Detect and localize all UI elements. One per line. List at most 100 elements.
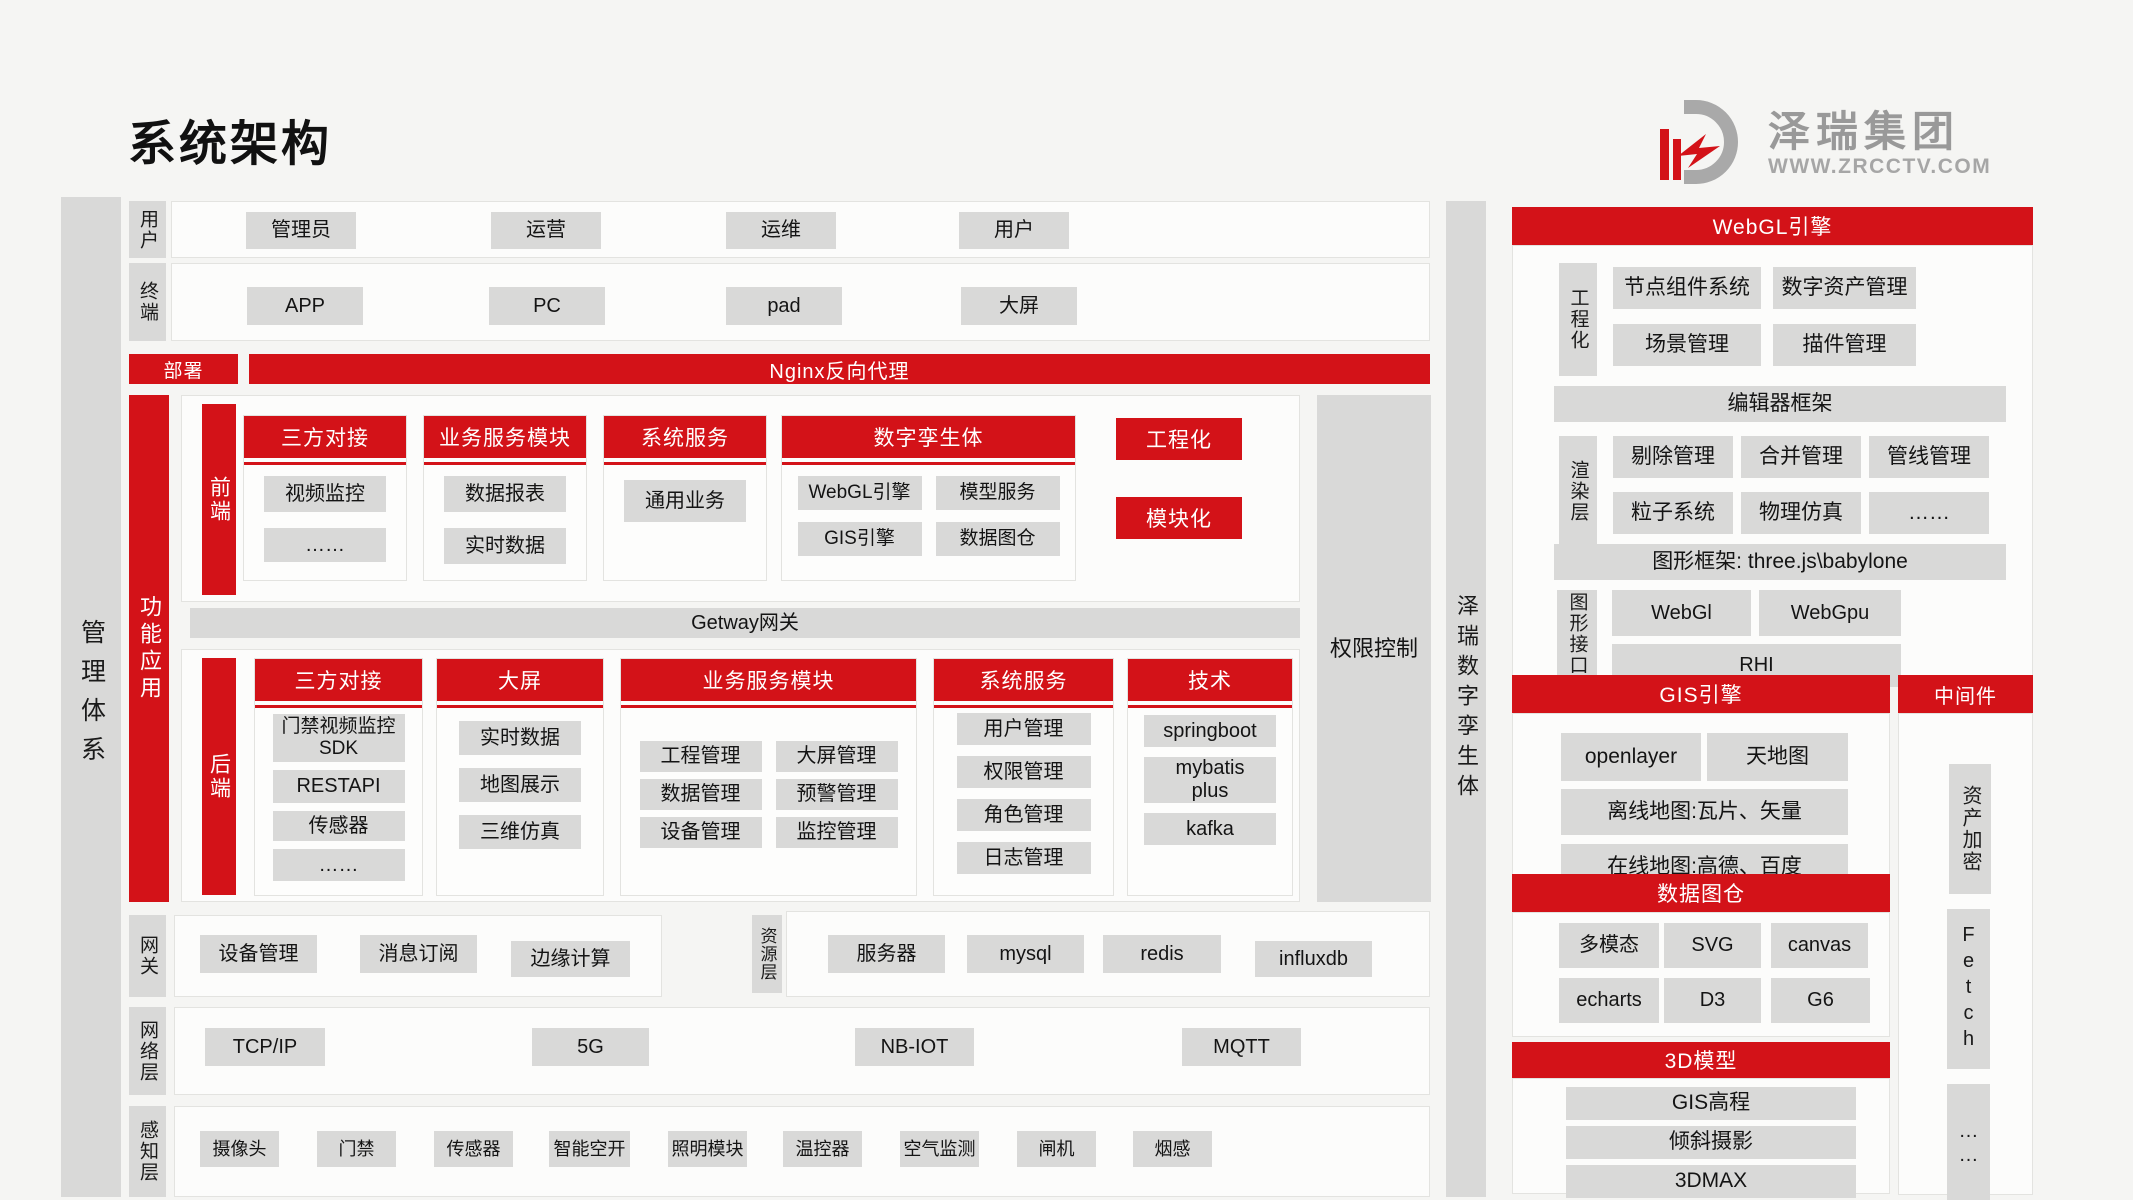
gis-engine-panel: openlayer 天地图 离线地图:瓦片、矢量 在线地图:高德、百度 bbox=[1512, 713, 1890, 900]
company-logo-icon bbox=[1652, 96, 1756, 193]
user-item: 运营 bbox=[491, 212, 601, 249]
frontend-item: WebGL引擎 bbox=[798, 476, 922, 510]
column-header: 技术 bbox=[1128, 659, 1292, 701]
user-item: 运维 bbox=[726, 212, 836, 249]
backend-item: 地图展示 bbox=[459, 768, 581, 802]
function-app-bar: 功能应用 bbox=[129, 395, 169, 902]
webgl-item: 粒子系统 bbox=[1613, 492, 1733, 534]
frontend-item: 通用业务 bbox=[624, 480, 746, 522]
gateway-item: 边缘计算 bbox=[511, 941, 630, 977]
backend-business-column: 业务服务模块 工程管理 大屏管理 数据管理 预警管理 设备管理 监控管理 bbox=[620, 658, 917, 896]
column-header: 大屏 bbox=[437, 659, 603, 701]
frontend-system-column: 系统服务 通用业务 bbox=[603, 415, 767, 581]
webgl-item: WebGl bbox=[1612, 590, 1751, 636]
company-name: 泽瑞集团 bbox=[1768, 110, 1991, 154]
column-header: 业务服务模块 bbox=[621, 659, 916, 701]
perception-item: 智能空开 bbox=[549, 1131, 630, 1167]
backend-item: 监控管理 bbox=[776, 817, 898, 848]
webgl-item: 物理仿真 bbox=[1741, 492, 1861, 534]
column-header: 系统服务 bbox=[934, 659, 1113, 701]
frontend-business-column: 业务服务模块 数据报表 实时数据 bbox=[423, 415, 587, 581]
perception-item: 门禁 bbox=[317, 1131, 396, 1167]
data-warehouse-item: echarts bbox=[1559, 978, 1659, 1023]
data-warehouse-header: 数据图仓 bbox=[1512, 874, 1890, 912]
webgl-engine-header: WebGL引擎 bbox=[1512, 207, 2033, 245]
frontend-item: GIS引擎 bbox=[798, 522, 922, 556]
webgl-engine-panel: 工程化 节点组件系统 数字资产管理 场景管理 描件管理 编辑器框架 渲染层 剔除… bbox=[1512, 245, 2033, 686]
frontend-item: 模型服务 bbox=[936, 476, 1060, 510]
resource-item: influxdb bbox=[1255, 941, 1372, 977]
backend-tech-column: 技术 springboot mybatis plus kafka bbox=[1127, 658, 1293, 896]
webgl-item: 管线管理 bbox=[1869, 436, 1989, 478]
perception-row-label: 感知层 bbox=[129, 1106, 166, 1197]
backend-big-screen-column: 大屏 实时数据 地图展示 三维仿真 bbox=[436, 658, 604, 896]
frontend-label: 前端 bbox=[202, 404, 236, 595]
webgl-item: 数字资产管理 bbox=[1773, 267, 1916, 309]
gis-item: 天地图 bbox=[1707, 733, 1848, 781]
model3d-panel: GIS高程 倾斜摄影 3DMAX bbox=[1512, 1078, 1890, 1194]
model3d-item: GIS高程 bbox=[1566, 1087, 1856, 1120]
perception-item: 闸机 bbox=[1017, 1131, 1096, 1167]
page-title: 系统架构 bbox=[128, 104, 332, 174]
gateway-row-label: 网关 bbox=[129, 915, 166, 997]
user-row-label: 用户 bbox=[129, 201, 166, 258]
perception-row-panel: 摄像头 门禁 传感器 智能空开 照明模块 温控器 空气监测 闸机 烟感 bbox=[174, 1106, 1430, 1197]
nginx-bar: Nginx反向代理 bbox=[249, 354, 1430, 384]
backend-item: 角色管理 bbox=[957, 799, 1091, 831]
gateway-item: 消息订阅 bbox=[360, 935, 477, 973]
terminal-item: APP bbox=[247, 287, 363, 325]
network-row-label: 网络层 bbox=[129, 1007, 166, 1095]
data-warehouse-panel: 多模态 SVG canvas echarts D3 G6 bbox=[1512, 912, 1890, 1037]
webgl-item: …… bbox=[1869, 492, 1989, 534]
network-row-panel: TCP/IP 5G NB-IOT MQTT bbox=[174, 1007, 1430, 1095]
data-warehouse-item: 多模态 bbox=[1559, 923, 1659, 968]
data-warehouse-item: D3 bbox=[1664, 978, 1761, 1023]
network-item: 5G bbox=[532, 1028, 649, 1066]
gateway-row-panel: 设备管理 消息订阅 边缘计算 bbox=[174, 915, 662, 997]
getway-gateway-bar: Getway网关 bbox=[190, 608, 1300, 638]
perception-item: 摄像头 bbox=[200, 1131, 279, 1167]
webgl-item: 描件管理 bbox=[1773, 324, 1916, 366]
resource-item: 服务器 bbox=[828, 935, 945, 973]
data-warehouse-item: G6 bbox=[1771, 978, 1870, 1023]
frontend-panel: 前端 三方对接 视频监控 …… 业务服务模块 数据报表 实时数据 系统服务 通用… bbox=[181, 395, 1300, 602]
middleware-item: …… bbox=[1947, 1084, 1990, 1200]
gateway-item: 设备管理 bbox=[200, 935, 317, 973]
backend-item: 传感器 bbox=[273, 811, 405, 841]
frontend-item: 数据报表 bbox=[444, 476, 566, 512]
model3d-item: 倾斜摄影 bbox=[1566, 1126, 1856, 1159]
middleware-item: 资产加密 bbox=[1949, 764, 1991, 894]
frontend-item: 实时数据 bbox=[444, 528, 566, 564]
frontend-third-party-column: 三方对接 视频监控 …… bbox=[243, 415, 407, 581]
frontend-digital-twin-column: 数字孪生体 WebGL引擎 模型服务 GIS引擎 数据图仓 bbox=[781, 415, 1076, 581]
deploy-label: 部署 bbox=[129, 354, 238, 384]
backend-item: 用户管理 bbox=[957, 713, 1091, 745]
backend-item: 预警管理 bbox=[776, 779, 898, 810]
backend-item: 工程管理 bbox=[640, 741, 762, 772]
perception-item: 烟感 bbox=[1133, 1131, 1212, 1167]
network-item: MQTT bbox=[1182, 1028, 1301, 1066]
model3d-header: 3D模型 bbox=[1512, 1042, 1890, 1078]
perception-item: 照明模块 bbox=[668, 1131, 747, 1167]
backend-panel: 后端 三方对接 门禁视频监控SDK RESTAPI 传感器 …… 大屏 实时数据… bbox=[181, 649, 1300, 902]
frontend-item: 视频监控 bbox=[264, 476, 386, 512]
webgl-item: WebGpu bbox=[1759, 590, 1901, 636]
resource-row-panel: 服务器 mysql redis influxdb bbox=[786, 911, 1430, 997]
webgl-item: 剔除管理 bbox=[1613, 436, 1733, 478]
management-system-bar: 管理体系 bbox=[61, 197, 121, 1197]
gis-item: openlayer bbox=[1561, 733, 1701, 781]
webgl-engineering-label: 工程化 bbox=[1559, 263, 1597, 376]
data-warehouse-item: canvas bbox=[1771, 923, 1868, 968]
backend-label: 后端 bbox=[202, 658, 236, 895]
gis-engine-header: GIS引擎 bbox=[1512, 675, 1890, 713]
graphics-framework-bar: 图形框架: three.js\babylone bbox=[1554, 544, 2006, 580]
backend-item: 三维仿真 bbox=[459, 815, 581, 849]
column-header: 系统服务 bbox=[604, 416, 766, 458]
architecture-slide: 系统架构 泽瑞集团 WWW.ZRCCTV.COM 管理体系 用户 管理员 运营 … bbox=[0, 0, 2133, 1200]
perception-item: 传感器 bbox=[434, 1131, 513, 1167]
resource-item: redis bbox=[1103, 935, 1221, 973]
backend-item: springboot bbox=[1144, 715, 1276, 747]
middleware-header: 中间件 bbox=[1898, 675, 2033, 713]
middleware-panel: 资产加密 Fetch …… bbox=[1898, 713, 2033, 1195]
webgl-item: 合并管理 bbox=[1741, 436, 1861, 478]
